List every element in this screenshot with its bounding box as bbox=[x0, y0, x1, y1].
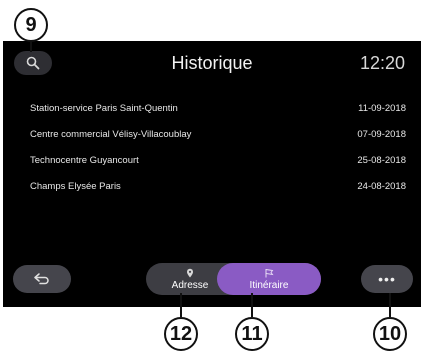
list-item-place: Champs Elysée Paris bbox=[30, 181, 121, 192]
list-item-place: Station-service Paris Saint-Quentin bbox=[30, 103, 178, 114]
history-screen: Historique 12:20 Station-service Paris S… bbox=[3, 41, 421, 307]
list-item-date: 24-08-2018 bbox=[357, 181, 406, 192]
callout-more-line bbox=[389, 293, 391, 317]
view-toggle: Adresse Itinéraire bbox=[146, 263, 321, 295]
back-arrow-icon bbox=[34, 273, 49, 285]
list-item-place: Technocentre Guyancourt bbox=[30, 155, 139, 166]
page-title: Historique bbox=[171, 53, 253, 73]
back-button[interactable] bbox=[13, 265, 71, 293]
callout-adresse-line bbox=[180, 293, 182, 317]
callout-search: 9 bbox=[14, 8, 48, 42]
tab-itineraire-label: Itinéraire bbox=[249, 279, 289, 291]
list-item[interactable]: Technocentre Guyancourt 25-08-2018 bbox=[30, 155, 406, 181]
tab-adresse-label: Adresse bbox=[171, 279, 209, 291]
clock: 12:20 bbox=[359, 53, 405, 73]
list-item[interactable]: Station-service Paris Saint-Quentin 11-0… bbox=[30, 103, 406, 129]
more-icon: ••• bbox=[378, 271, 396, 287]
callout-more: 10 bbox=[373, 317, 407, 351]
tab-itineraire[interactable]: Itinéraire bbox=[217, 263, 321, 295]
list-item-date: 11-09-2018 bbox=[358, 103, 406, 114]
history-list: Station-service Paris Saint-Quentin 11-0… bbox=[30, 103, 406, 207]
list-item[interactable]: Centre commercial Vélisy-Villacoublay 07… bbox=[30, 129, 406, 155]
bottom-bar: Adresse Itinéraire ••• bbox=[3, 263, 421, 299]
callout-adresse: 12 bbox=[164, 317, 198, 351]
callout-itineraire: 11 bbox=[235, 317, 269, 351]
callout-search-line bbox=[30, 42, 32, 52]
list-item-place: Centre commercial Vélisy-Villacoublay bbox=[30, 129, 192, 140]
list-item[interactable]: Champs Elysée Paris 24-08-2018 bbox=[30, 181, 406, 207]
callout-itineraire-line bbox=[251, 293, 253, 317]
pin-icon bbox=[187, 268, 193, 277]
list-item-date: 25-08-2018 bbox=[357, 155, 406, 166]
more-options-button[interactable]: ••• bbox=[361, 265, 413, 293]
flag-icon bbox=[265, 268, 274, 277]
list-item-date: 07-09-2018 bbox=[357, 129, 406, 140]
